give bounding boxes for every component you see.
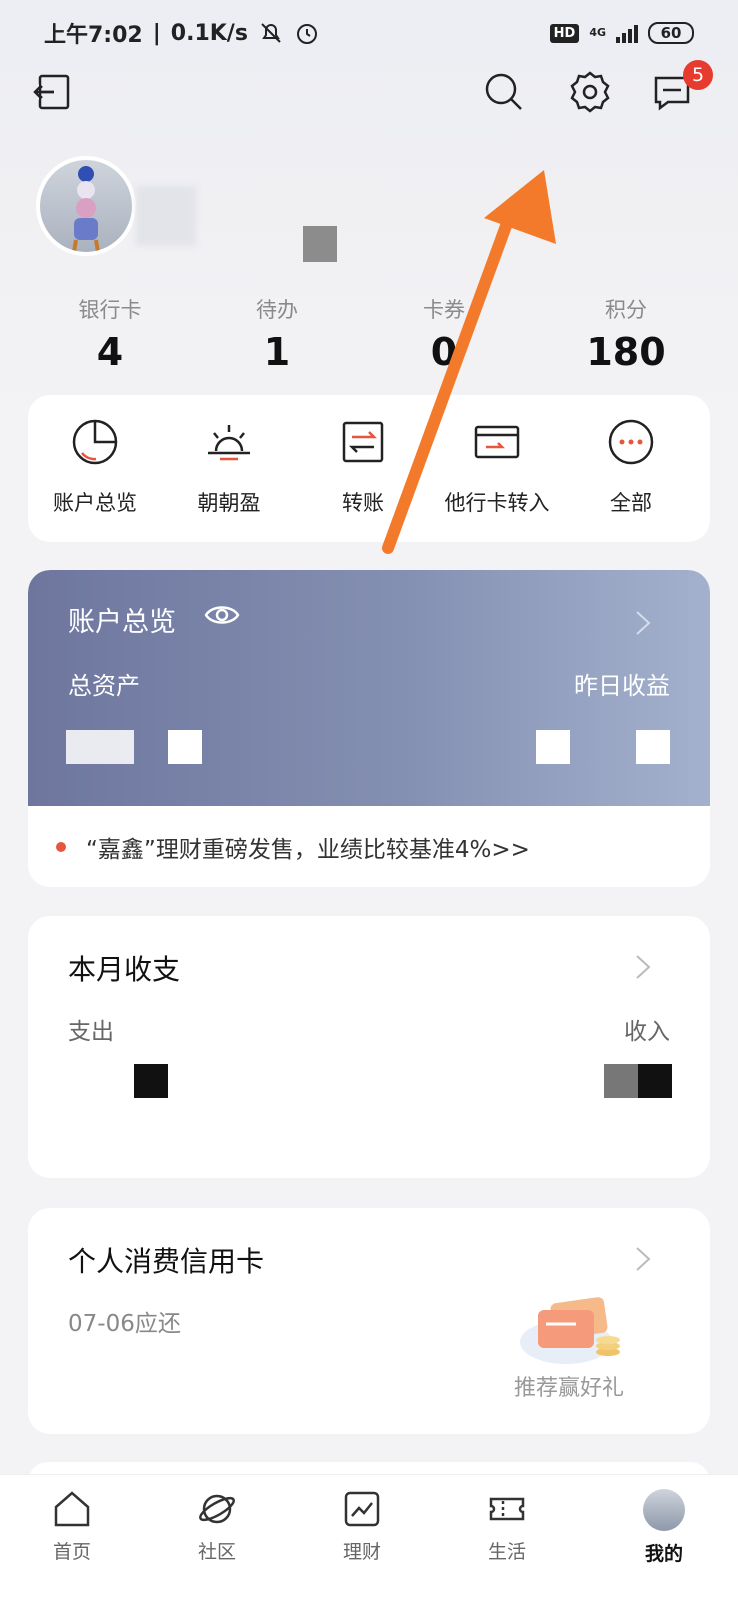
due-date-label: 07-06应还	[68, 1311, 181, 1337]
nav-life[interactable]: 生活	[457, 1489, 557, 1564]
monthly-title: 本月收支	[68, 953, 181, 986]
quick-actions-card: 账户总览 朝朝盈 转账 他行卡转入 全部	[28, 395, 710, 542]
nav-label: 理财	[342, 1541, 381, 1563]
battery-indicator: 60	[648, 22, 694, 44]
promo-banner[interactable]: “嘉鑫”理财重磅发售，业绩比较基准4%>>	[56, 830, 530, 864]
nav-wealth[interactable]: 理财	[312, 1489, 412, 1564]
stat-coupons[interactable]: 卡券 0	[384, 294, 504, 374]
stat-points[interactable]: 积分 180	[566, 294, 686, 374]
stat-label: 银行卡	[78, 298, 142, 322]
promo-dot	[56, 842, 66, 852]
masked-yesterday-earnings	[636, 730, 670, 764]
status-bar: 上午7:02 | 0.1K/s HD 4G 60	[0, 0, 738, 66]
nav-label: 首页	[52, 1541, 91, 1563]
quick-action-label: 他行卡转入	[444, 491, 550, 515]
quick-action-other-bank-in[interactable]: 他行卡转入	[430, 417, 564, 517]
ticket-icon	[489, 1497, 525, 1521]
stat-todo[interactable]: 待办 1	[217, 294, 337, 374]
status-speed: 0.1K/s	[170, 20, 248, 46]
stat-value: 4	[96, 330, 124, 374]
credit-card-illustration	[520, 1297, 620, 1364]
planet-icon	[199, 1494, 235, 1524]
masked-total-assets	[66, 730, 134, 764]
quick-action-transfer[interactable]: 转账	[296, 417, 430, 517]
quick-action-label: 朝朝盈	[197, 491, 261, 515]
stat-label: 卡券	[423, 298, 465, 322]
account-overview-panel: 账户总览 总资产 昨日收益	[28, 570, 710, 806]
promo-text: “嘉鑫”理财重磅发售，业绩比较基准4%>>	[86, 837, 530, 863]
quick-action-label: 全部	[610, 491, 652, 515]
signal-icon	[616, 23, 638, 43]
quick-action-label: 账户总览	[53, 491, 137, 515]
stat-value: 1	[263, 330, 291, 374]
nav-label: 生活	[487, 1541, 526, 1563]
stat-label: 积分	[605, 298, 647, 322]
bottom-nav: 首页 社区 理财 生活 我的	[0, 1474, 738, 1600]
transfer-icon	[342, 421, 384, 463]
search-icon[interactable]	[482, 70, 526, 114]
masked-total-assets	[168, 730, 202, 764]
eye-icon[interactable]	[204, 602, 240, 628]
alarm-icon	[296, 24, 317, 44]
credit-card-section[interactable]: 个人消费信用卡 07-06应还 推荐赢好礼	[28, 1208, 710, 1434]
masked-expense	[134, 1064, 168, 1098]
gear-icon[interactable]	[568, 70, 612, 114]
message-badge: 5	[683, 60, 713, 90]
logout-icon[interactable]	[32, 70, 76, 114]
yesterday-earnings-label: 昨日收益	[574, 672, 670, 700]
chart-icon	[344, 1491, 380, 1527]
card-in-icon	[474, 425, 520, 459]
stat-label: 待办	[256, 298, 298, 322]
masked-yesterday-earnings	[536, 730, 570, 764]
expense-label: 支出	[68, 1019, 114, 1045]
nav-label: 社区	[197, 1541, 236, 1563]
sunrise-icon	[208, 425, 250, 461]
network-type: 4G	[589, 26, 606, 39]
more-icon	[608, 419, 654, 465]
home-icon	[54, 1491, 90, 1527]
account-overview-title: 账户总览	[68, 607, 176, 638]
monthly-balance-card[interactable]: 本月收支 支出 收入	[28, 916, 710, 1178]
nav-label: 我的	[644, 1543, 683, 1565]
account-overview-card[interactable]: 账户总览 总资产 昨日收益 “嘉鑫”理财重磅发售，业绩比较基准4%>>	[28, 570, 710, 887]
blurred-name	[136, 186, 196, 246]
total-assets-label: 总资产	[68, 672, 140, 700]
status-time: 上午7:02	[44, 23, 143, 48]
quick-action-label: 转账	[342, 491, 384, 515]
chevron-right-icon[interactable]	[632, 608, 654, 638]
quick-action-zhaozhaoying[interactable]: 朝朝盈	[162, 417, 296, 517]
avatar	[643, 1489, 685, 1531]
nav-community[interactable]: 社区	[167, 1489, 267, 1564]
masked-income	[638, 1064, 672, 1098]
quick-action-all[interactable]: 全部	[564, 417, 698, 517]
chevron-right-icon[interactable]	[632, 952, 654, 982]
pie-chart-icon	[72, 419, 118, 465]
nav-home[interactable]: 首页	[22, 1489, 122, 1564]
stat-value: 0	[430, 330, 458, 374]
stat-value: 180	[586, 330, 666, 374]
avatar[interactable]	[36, 156, 136, 256]
quick-action-account-overview[interactable]: 账户总览	[28, 417, 162, 517]
hd-badge: HD	[549, 23, 580, 43]
mute-bell-icon	[261, 23, 281, 43]
income-label: 收入	[624, 1019, 670, 1045]
recommend-reward-link[interactable]: 推荐赢好礼	[514, 1370, 624, 1402]
chevron-right-icon[interactable]	[632, 1244, 654, 1274]
stat-bank-cards[interactable]: 银行卡 4	[50, 294, 170, 374]
credit-card-title: 个人消费信用卡	[68, 1245, 265, 1278]
nav-mine[interactable]: 我的	[614, 1489, 714, 1566]
masked-income	[604, 1064, 638, 1098]
masked-name-block	[303, 226, 337, 262]
